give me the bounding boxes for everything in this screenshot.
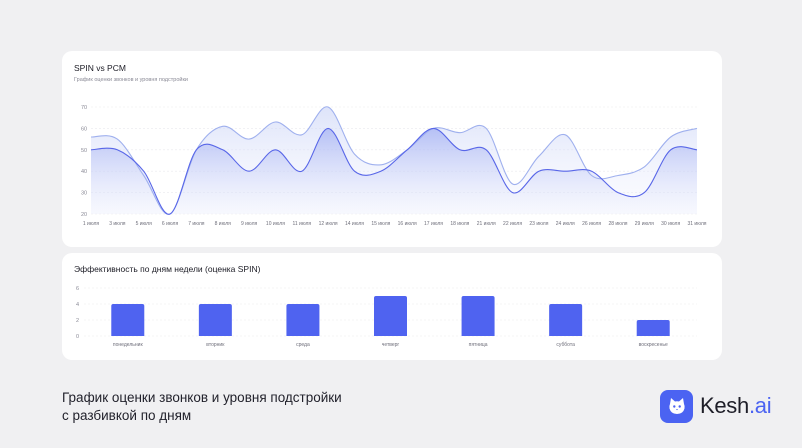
line-chart-x-tick: 28 июля xyxy=(608,221,627,227)
line-chart-x-tick: 22 июля xyxy=(503,221,522,227)
line-chart-x-tick: 8 июля xyxy=(215,221,232,227)
bar-chart-y-tick: 2 xyxy=(76,318,79,324)
bar-chart-x-tick: пятница xyxy=(469,342,488,348)
bar-chart-y-tick: 6 xyxy=(76,286,79,292)
line-chart-x-tick: 10 июля xyxy=(266,221,285,227)
bar-chart-x-tick: воскресенье xyxy=(639,342,668,348)
line-chart-x-tick: 1 июля xyxy=(83,221,100,227)
line-chart-x-tick: 7 июля xyxy=(188,221,205,227)
line-chart-x-tick: 12 июля xyxy=(319,221,338,227)
brand-name-suffix: .ai xyxy=(748,393,772,418)
bar xyxy=(198,304,232,336)
line-chart-x-tick: 5 июля xyxy=(136,221,153,227)
bar-chart-y-tick: 0 xyxy=(76,334,79,340)
caption-line-1: График оценки звонков и уровня подстройк… xyxy=(62,390,342,405)
bar-chart-svg: 0 2 4 6 понедельник вторник среда четверг пятниц… xyxy=(76,286,697,348)
line-chart-x-tick: 3 июля xyxy=(109,221,126,227)
bar xyxy=(549,304,583,336)
line-series-area xyxy=(91,128,697,215)
bar-chart-y-tick: 4 xyxy=(76,302,79,308)
line-chart-x-tick: 16 июля xyxy=(398,221,417,227)
line-chart-x-tick: 29 июля xyxy=(635,221,654,227)
brand-name: Kesh.ai xyxy=(700,393,772,419)
brand-logo: Kesh.ai xyxy=(660,389,772,423)
caption-line-2: с разбивкой по дням xyxy=(62,408,192,423)
line-chart-x-tick: 6 июля xyxy=(162,221,179,227)
line-chart-y-tick: 20 xyxy=(81,212,87,218)
bar xyxy=(461,296,495,336)
bar-chart-card: Эффективность по дням недели (оценка SPI… xyxy=(62,253,722,360)
bar xyxy=(636,320,670,336)
line-chart-y-tick: 40 xyxy=(81,169,87,175)
line-chart-x-tick: 9 июля xyxy=(241,221,258,227)
line-chart-y-tick: 50 xyxy=(81,148,87,154)
bar xyxy=(286,304,320,336)
bar-chart-x-tick: понедельник xyxy=(113,342,144,348)
bar-chart-x-tick: четверг xyxy=(382,342,400,348)
line-chart-x-tick: 21 июля xyxy=(477,221,496,227)
brand-name-main: Kesh xyxy=(700,393,749,418)
line-chart-svg: 20 30 40 50 60 70 1 июля 3 июля 5 июля 6 июля 7 ию… xyxy=(81,105,707,227)
footer-caption: График оценки звонков и уровня подстройк… xyxy=(62,389,342,425)
line-chart-y-tick: 30 xyxy=(81,191,87,197)
line-chart-x-tick: 23 июля xyxy=(529,221,548,227)
line-chart-x-tick: 18 июля xyxy=(450,221,469,227)
line-chart-x-tick: 24 июля xyxy=(556,221,575,227)
line-chart-x-tick: 14 июля xyxy=(345,221,364,227)
bar xyxy=(374,296,407,336)
line-chart-y-tick: 70 xyxy=(81,105,87,111)
line-chart-x-tick: 11 июля xyxy=(292,221,311,227)
line-chart-y-tick: 60 xyxy=(81,126,87,132)
bar-chart-x-tick: вторник xyxy=(206,342,225,348)
line-chart-x-tick: 31 июля xyxy=(687,221,706,227)
line-chart-x-tick: 30 июля xyxy=(661,221,680,227)
line-chart-card: SPIN vs PCM График оценки звонков и уров… xyxy=(62,51,722,247)
cat-face-icon xyxy=(660,389,693,423)
bar xyxy=(111,304,145,336)
line-chart-x-tick: 15 июля xyxy=(371,221,390,227)
line-chart-x-tick: 17 июля xyxy=(424,221,443,227)
line-chart-x-tick: 26 июля xyxy=(582,221,601,227)
bar-chart-x-tick: суббота xyxy=(556,342,575,348)
bar-chart-x-tick: среда xyxy=(296,342,310,348)
